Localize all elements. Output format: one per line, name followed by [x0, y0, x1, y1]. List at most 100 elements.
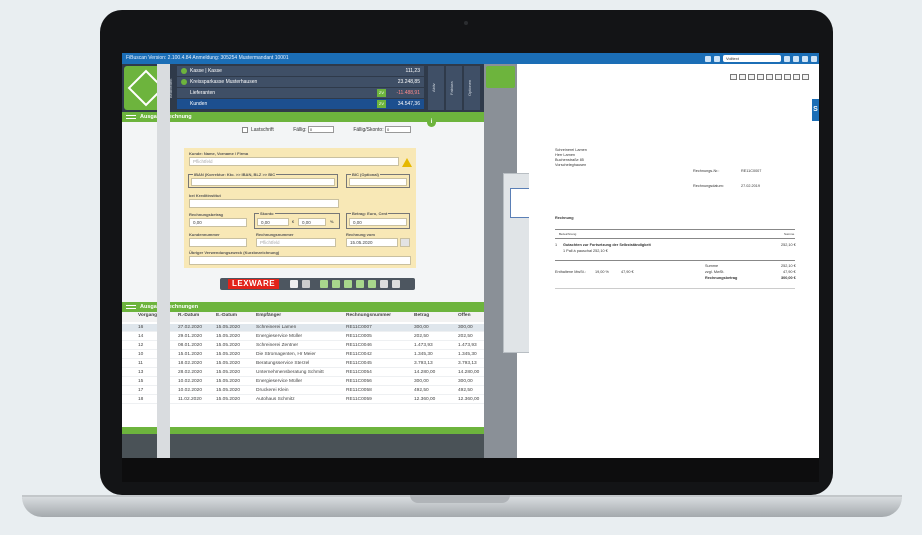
lastschrift-checkbox[interactable] [242, 126, 248, 133]
s-tab-button[interactable]: S [812, 99, 819, 121]
table-cell: 08.01.2020 [178, 343, 203, 348]
search-input[interactable]: Volltext [723, 55, 781, 62]
rechnungsbetrag-input[interactable]: 0,00 [189, 218, 247, 227]
rotate-icon[interactable] [748, 74, 755, 80]
menu-icon[interactable] [802, 74, 809, 80]
table-cell: 1.345,30 [458, 352, 477, 357]
zoom-out-icon[interactable] [739, 74, 746, 80]
prev-icon[interactable] [766, 74, 773, 80]
table-cell: 15.05.2020 [216, 388, 241, 393]
table-cell: 15.05.2020 [216, 397, 241, 402]
bell-icon[interactable] [784, 55, 790, 62]
back-icon[interactable] [302, 280, 310, 288]
betrag-input[interactable]: 0,00 [349, 218, 407, 226]
iban-input[interactable] [191, 178, 335, 186]
nav-row-kreissparkasse[interactable]: Kreissparkasse Musterhausen 23.248,85 [177, 77, 424, 87]
table-cell: 15.01.2020 [178, 352, 203, 357]
close-icon[interactable] [811, 55, 817, 62]
list-icon [126, 305, 136, 309]
table-row[interactable]: 13 28.02.2020 15.05.2020 Unternehmensberatu… [122, 369, 484, 377]
table-row[interactable]: 17 10.02.2020 15.05.2020 Druckerei Klein RE1… [122, 387, 484, 395]
nav-row-kunden[interactable]: Kunden ZV 34.547,36 [177, 99, 424, 109]
nav-row-lieferanten[interactable]: Lieferanten ZV -11.488,91 [177, 88, 424, 98]
table-cell: 14.280,00 [414, 370, 436, 375]
aktiv-column[interactable]: Aktiv [428, 66, 444, 110]
upload-icon[interactable] [332, 280, 340, 288]
fit-icon[interactable] [757, 74, 764, 80]
faktura-column[interactable]: Faktura [446, 66, 462, 110]
warning-icon [402, 158, 412, 167]
download-icon[interactable] [344, 280, 352, 288]
camera [464, 21, 468, 25]
table-row[interactable]: 14 29.01.2020 15.05.2020 Energieservice Mül… [122, 333, 484, 341]
table-footer-bar [122, 427, 484, 434]
mail-icon[interactable] [368, 280, 376, 288]
window-title: FiBuscan Version: 2.100.4.84 Anmeldung: … [126, 55, 289, 61]
kundennummer-input[interactable] [189, 238, 247, 247]
screen: FiBuscan Version: 2.100.4.84 Anmeldung: … [122, 53, 819, 458]
scrollbar[interactable] [157, 64, 170, 458]
home-icon[interactable] [705, 55, 711, 62]
optionen-column[interactable]: Optionen [464, 66, 480, 110]
table-row[interactable]: 12 08.01.2020 15.05.2020 Schreinerei Zentne… [122, 342, 484, 350]
viewer-toolbar [730, 74, 809, 80]
next-icon[interactable] [775, 74, 782, 80]
table-row[interactable]: 11 18.02.2020 15.05.2020 Beratungsservice S… [122, 360, 484, 368]
table-cell: 15.05.2020 [216, 361, 241, 366]
kunde-input[interactable]: Pflichtfeld [189, 157, 399, 166]
table-cell: Unternehmensberatung Schmitt [256, 370, 324, 375]
skonto-percent-input[interactable]: 0,00 [298, 218, 326, 226]
calendar-icon[interactable] [400, 238, 410, 247]
copy-icon[interactable] [356, 280, 364, 288]
faellig-input[interactable]: 0 [307, 126, 334, 133]
table-cell: 12.360,00 [458, 397, 480, 402]
minimize-icon[interactable] [793, 55, 799, 62]
table-cell: 18.02.2020 [178, 361, 203, 366]
lexware-button[interactable]: LEXWARE [228, 279, 280, 289]
search-icon[interactable] [793, 74, 800, 80]
upload-document-button[interactable] [486, 66, 515, 88]
bic-input[interactable] [349, 178, 407, 186]
table-cell: Die Stromagenten, Hr Meier [256, 352, 316, 357]
divider [555, 229, 795, 230]
table-cell: 15.05.2020 [216, 325, 241, 330]
table-cell: 15.05.2020 [216, 352, 241, 357]
document-viewer: Schreinerei Lamen Herr Lamen Buchenstraß… [529, 64, 819, 458]
print-icon[interactable] [380, 280, 388, 288]
table-cell: Energieservice Müller [256, 379, 303, 384]
refresh-icon[interactable] [714, 55, 720, 62]
maximize-icon[interactable] [802, 55, 808, 62]
table-cell: 16 [138, 325, 144, 330]
kreditinstitut-input[interactable] [189, 199, 339, 208]
table-cell: 300,00 [458, 379, 473, 384]
table-cell: 3.793,13 [458, 361, 477, 366]
verwendungszweck-input[interactable] [189, 256, 411, 265]
settings-icon[interactable] [392, 280, 400, 288]
table-row[interactable]: 16 27.02.2020 15.05.2020 Schreinerei Lamen R… [122, 324, 484, 332]
skonto-amount-input[interactable]: 0,00 [257, 218, 289, 226]
info-icon[interactable]: i [427, 118, 436, 127]
print-icon[interactable] [784, 74, 791, 80]
table-cell: Schreinerei Zentner [256, 343, 299, 348]
table-cell: 202,50 [458, 334, 473, 339]
table-cell: 300,00 [458, 325, 473, 330]
table-cell: 1.473,93 [414, 343, 433, 348]
table-row[interactable]: 18 11.02.2020 15.05.2020 Autohaus Schmitz RE… [122, 396, 484, 404]
check-icon[interactable] [320, 280, 328, 288]
skonto-group: Skonto 0,00 € 0,00 % [254, 211, 340, 229]
zoom-in-icon[interactable] [730, 74, 737, 80]
rechnungsnummer-input[interactable]: Pflichtfeld [256, 238, 336, 247]
table-title-bar: Ausgangsrechnungen [122, 302, 484, 312]
nav-row-kasse[interactable]: Kasse | Kasse 111,23 [177, 66, 424, 76]
table-cell: 14.280,00 [458, 370, 480, 375]
table-cell: 492,50 [458, 388, 473, 393]
rechnung-vom-input[interactable]: 15.05.2020 [346, 238, 398, 247]
table-cell: 1.345,30 [414, 352, 433, 357]
table-cell: 12.360,00 [414, 397, 436, 402]
save-icon[interactable] [290, 280, 298, 288]
table-row[interactable]: 10 15.01.2020 15.05.2020 Die Stromagenten, … [122, 351, 484, 359]
table-cell: 15.05.2020 [216, 379, 241, 384]
table-row[interactable]: 15 10.02.2020 15.05.2020 Energieservice Mül… [122, 378, 484, 386]
table-cell: RE11C0059 [346, 397, 372, 402]
faellig-skonto-input[interactable]: 0 [385, 126, 411, 133]
